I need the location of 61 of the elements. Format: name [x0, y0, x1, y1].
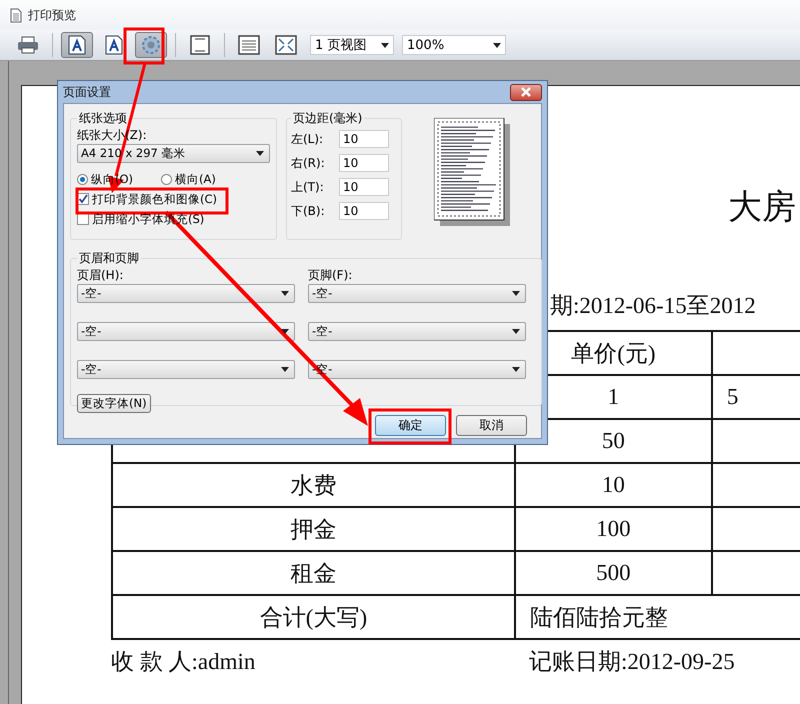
table-cell: 500 — [514, 551, 712, 595]
field-label: 左(L): — [291, 130, 324, 148]
close-icon — [520, 87, 532, 97]
zoom-dropdown[interactable]: 100% — [402, 35, 506, 55]
gear-icon — [141, 35, 161, 55]
toolbar-button[interactable] — [61, 32, 93, 58]
table-cell: 租金 — [112, 551, 515, 595]
group-title: 页边距(毫米) — [292, 110, 364, 127]
header-dropdown[interactable]: -空- — [77, 284, 295, 303]
ok-button[interactable]: 确定 — [375, 415, 446, 436]
option-checkbox[interactable]: 打印背景颜色和图像(C) — [77, 189, 270, 209]
table-cell: 100 — [514, 507, 712, 551]
margin-field[interactable]: 10 — [339, 154, 389, 172]
portrait-page-icon — [68, 35, 86, 55]
margin-field[interactable]: 10 — [339, 202, 389, 220]
field-label: 页眉(H): — [77, 267, 124, 282]
paper-size-dropdown[interactable]: A4 210 x 297 毫米 — [77, 144, 270, 163]
caret-icon — [512, 329, 520, 334]
window-title: 打印预览 — [28, 6, 76, 24]
date-range: 期:2012-06-15至2012 — [550, 292, 757, 320]
zoom-dropdown[interactable]: 1 页视图 — [310, 35, 394, 55]
caret-icon — [281, 291, 289, 296]
landscape-page-icon — [105, 35, 123, 55]
caret-icon — [281, 367, 289, 372]
caret-icon — [281, 329, 289, 334]
caret-icon — [512, 367, 520, 372]
table-cell: 10 — [514, 463, 712, 507]
printer-icon — [17, 36, 39, 54]
caret-icon — [512, 291, 520, 296]
margin-field[interactable]: 10 — [339, 178, 389, 196]
close-button[interactable] — [510, 84, 542, 100]
highlight-box — [124, 28, 164, 64]
margin-field[interactable]: 10 — [339, 130, 389, 148]
caret-icon — [256, 151, 264, 156]
header-dropdown[interactable]: -空- — [77, 360, 295, 379]
caret-icon — [381, 42, 389, 48]
field-label: 页脚(F): — [308, 267, 354, 282]
document-icon — [10, 8, 22, 22]
table-cell: 押金 — [112, 507, 515, 551]
header-dropdown[interactable]: -空- — [77, 322, 295, 341]
checkmark-icon — [78, 194, 88, 204]
document-title: 大房 — [728, 188, 797, 228]
dialog-title: 页面设置 — [63, 84, 111, 100]
footer-dropdown[interactable]: -空- — [308, 322, 526, 341]
fit-width-icon — [238, 35, 260, 55]
field-label: 右(R): — [291, 154, 326, 172]
payee-text: 收 款 人:admin — [111, 648, 256, 676]
field-label: 上(T): — [291, 178, 325, 196]
group-title: 纸张选项 — [78, 110, 128, 127]
change-font-button[interactable]: 更改字体(N) — [77, 394, 151, 413]
table-cell: 合计(大写) — [112, 595, 515, 639]
table-cell: 水费 — [112, 463, 515, 507]
single-page-icon — [190, 35, 210, 55]
caret-icon — [493, 42, 501, 48]
record-date: 记账日期:2012-09-25 — [529, 648, 735, 676]
cancel-button[interactable]: 取消 — [456, 415, 527, 436]
fit-page-icon — [275, 35, 297, 55]
field-label: 下(B): — [291, 202, 326, 220]
orientation-radio[interactable]: 横向(A) — [161, 169, 216, 189]
footer-dropdown[interactable]: -空- — [308, 284, 526, 303]
group-title: 页眉和页脚 — [78, 250, 140, 267]
